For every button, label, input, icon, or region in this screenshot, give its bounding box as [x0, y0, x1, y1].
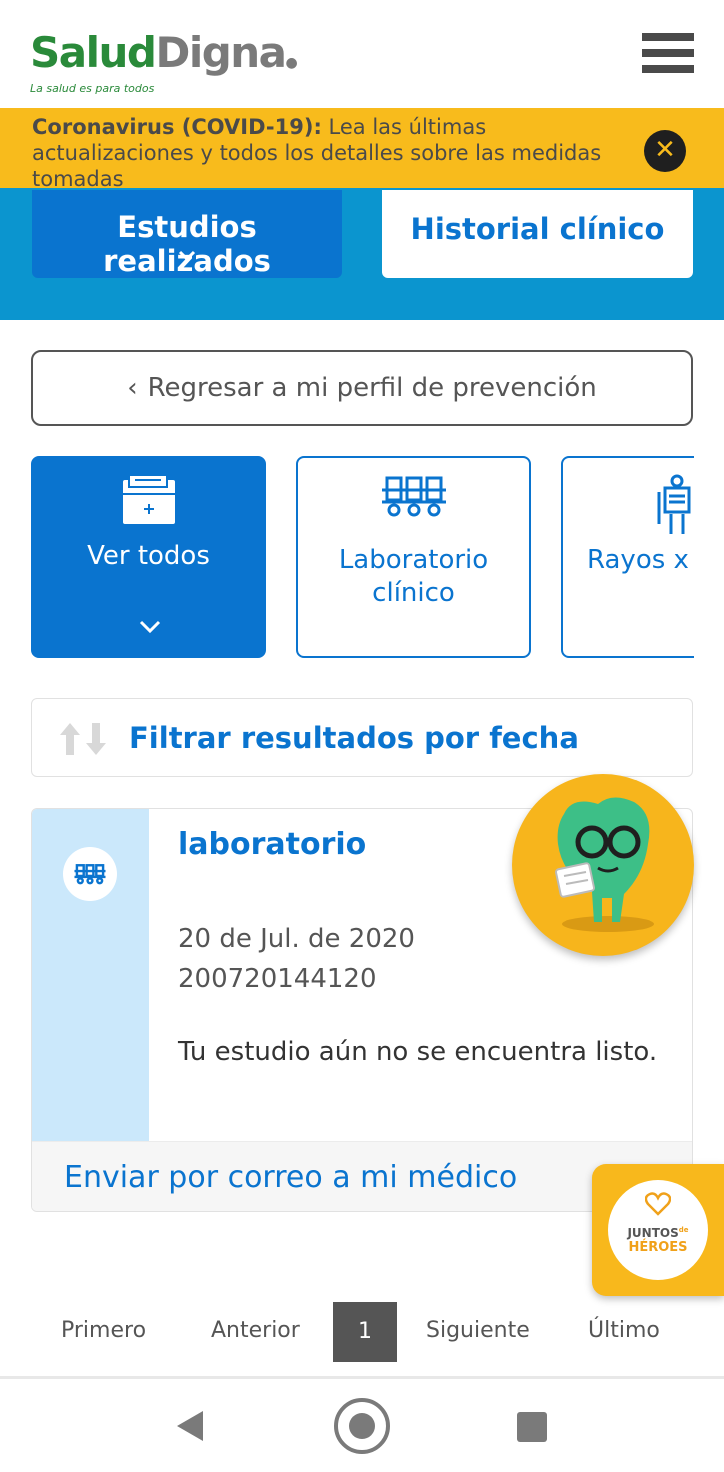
page-prev-button[interactable]: Anterior	[211, 1318, 300, 1343]
home-icon[interactable]	[333, 1397, 391, 1455]
tab-label: Historial clínico	[410, 212, 665, 246]
filter-label: Filtrar resultados por fecha	[129, 721, 579, 755]
juntos-de-heroes-button[interactable]: JUNTOSde HÉROES	[592, 1164, 724, 1296]
category-label: Laboratorio clínico	[338, 545, 489, 608]
chevron-down-icon	[178, 250, 196, 262]
category-label: Ver todos	[87, 541, 210, 571]
page-current[interactable]: 1	[333, 1302, 397, 1362]
study-type[interactable]: laboratorio	[178, 827, 366, 862]
back-icon[interactable]	[173, 1409, 207, 1443]
lab-rack-icon	[298, 474, 529, 530]
covid-banner: Coronavirus (COVID-19): Lea las últimas …	[0, 108, 724, 191]
recents-icon[interactable]	[516, 1411, 548, 1443]
mascot-illustration	[555, 797, 654, 932]
logo-salud-text: Salud	[30, 28, 157, 77]
app-header: SaludDigna● La salud es para todos	[0, 0, 724, 108]
banner-title: Coronavirus (COVID-19):	[32, 115, 322, 139]
heroes-badge: JUNTOSde HÉROES	[608, 1180, 708, 1280]
filter-by-date-button[interactable]: Filtrar resultados por fecha	[31, 698, 693, 777]
pagination: Primero Anterior 1 Siguiente Último	[0, 1300, 724, 1364]
page-next-button[interactable]: Siguiente	[426, 1318, 530, 1343]
xray-icon	[563, 474, 694, 534]
android-nav-bar	[0, 1376, 724, 1472]
send-to-doctor-link[interactable]: Enviar por correo a mi médico	[64, 1160, 517, 1195]
heroes-line-2: HÉROES	[628, 1240, 688, 1255]
category-ver-todos[interactable]: Ver todos	[31, 456, 266, 658]
category-rayos-x[interactable]: Rayos x	[561, 456, 694, 658]
hamburger-menu-icon[interactable]	[642, 33, 694, 81]
study-status: Tu estudio aún no se encuentra listo.	[178, 1037, 658, 1067]
tab-estudios-realizados[interactable]: Estudios realizados	[32, 190, 342, 278]
folder-icon	[33, 474, 264, 530]
heroes-line-1: JUNTOSde	[627, 1226, 689, 1240]
tab-historial-clinico[interactable]: Historial clínico	[382, 190, 693, 278]
study-folio: 200720144120	[178, 964, 377, 994]
chevron-down-icon	[139, 620, 161, 634]
heart-icon	[645, 1192, 671, 1216]
study-date: 20 de Jul. de 2020	[178, 924, 415, 954]
category-laboratorio-clinico[interactable]: Laboratorio clínico	[296, 456, 531, 658]
result-side-strip	[32, 809, 149, 1141]
page-first-button[interactable]: Primero	[61, 1318, 146, 1343]
back-to-profile-button[interactable]: ‹ Regresar a mi perfil de prevención	[31, 350, 693, 426]
logo-digna-text: Digna	[155, 28, 287, 77]
category-carousel[interactable]: Ver todos Laboratorio clínico Rayos x	[0, 456, 694, 658]
sort-icon	[60, 723, 106, 755]
mascot-assistant-button[interactable]	[512, 774, 694, 956]
lab-rack-icon	[63, 847, 117, 901]
page-last-button[interactable]: Último	[588, 1318, 660, 1343]
logo-registered-mark: ●	[285, 55, 298, 71]
category-label: Rayos x	[587, 545, 689, 575]
salud-digna-logo[interactable]: SaludDigna● La salud es para todos	[30, 28, 298, 96]
back-button-label: Regresar a mi perfil de prevención	[147, 373, 597, 403]
chevron-left-icon: ‹	[127, 373, 138, 403]
close-icon[interactable]: ✕	[644, 130, 686, 172]
